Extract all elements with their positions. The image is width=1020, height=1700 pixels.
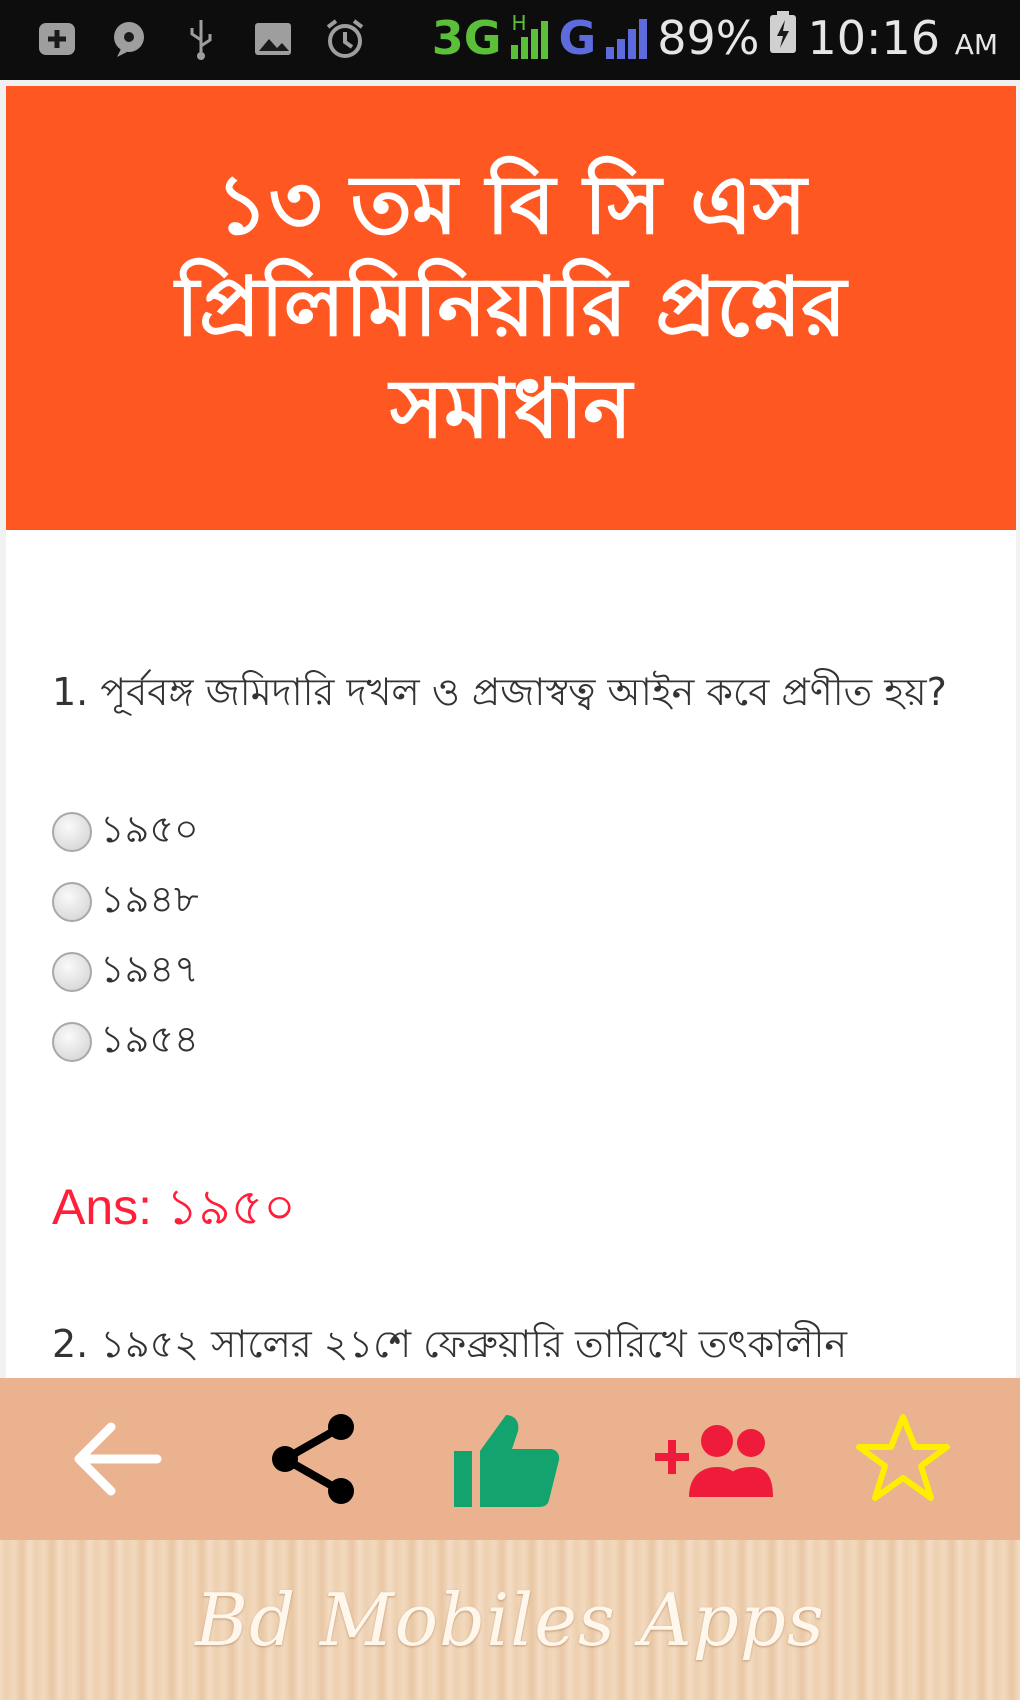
battery-percent: 89% [657, 10, 760, 65]
like-button[interactable] [452, 1404, 562, 1514]
option-2[interactable]: ১৯৪৮ [52, 870, 199, 934]
share-icon [272, 1414, 354, 1504]
thumbs-up-icon [454, 1415, 560, 1507]
chat-bubble-icon [106, 18, 152, 60]
page-header: ১৩ তম বি সি এস প্রিলিমিনিয়ারি প্রশ্নের … [6, 86, 1016, 530]
arrow-left-icon [74, 1422, 162, 1496]
radio-button[interactable] [52, 812, 92, 852]
radio-button[interactable] [52, 1022, 92, 1062]
option-1[interactable]: ১৯৫০ [52, 800, 199, 864]
network-3g-label: 3G [431, 10, 502, 65]
usb-icon [178, 18, 224, 60]
alarm-icon [322, 18, 368, 60]
status-bar: 3G H G 89% 10:16 AM [0, 0, 1020, 80]
question-1-text: 1. পূর্ববঙ্গ জমিদারি দখল ও প্রজাস্বত্ব আ… [52, 670, 947, 714]
back-button[interactable] [60, 1404, 170, 1514]
network-h-label: H [511, 10, 527, 35]
option-label: ১৯৫৪ [100, 1017, 199, 1061]
radio-button[interactable] [52, 952, 92, 992]
battery-charging-icon [769, 10, 797, 65]
signal-bars-blue-icon [606, 17, 648, 59]
image-icon [250, 18, 296, 60]
radio-button[interactable] [52, 882, 92, 922]
add-group-icon [655, 1425, 773, 1497]
share-button[interactable] [258, 1404, 368, 1514]
favorite-button[interactable] [848, 1404, 958, 1514]
option-3[interactable]: ১৯৪৭ [52, 940, 199, 1004]
option-label: ১৯৫০ [100, 807, 199, 851]
notification-plus-icon [34, 18, 80, 60]
clock: 10:16 AM [807, 11, 998, 65]
page-title: ১৩ তম বি সি এস প্রিলিমিনিয়ারি প্রশ্নের … [175, 158, 847, 457]
option-label: ১৯৪৭ [100, 947, 199, 991]
bottom-toolbar [0, 1378, 1020, 1540]
answer-text: Ans: ১৯৫০ [52, 1179, 296, 1235]
star-icon [856, 1414, 950, 1501]
option-label: ১৯৪৮ [100, 877, 199, 921]
option-4[interactable]: ১৯৫৪ [52, 1010, 199, 1074]
question-list[interactable]: 1. পূর্ববঙ্গ জমিদারি দখল ও প্রজাস্বত্ব আ… [6, 530, 1016, 1378]
signal-bars-green-icon: H [511, 11, 549, 59]
network-g-label: G [558, 10, 597, 65]
clock-time: 10:16 [807, 10, 941, 65]
brand-banner[interactable]: Bd Mobiles Apps [0, 1540, 1020, 1700]
clock-suffix: AM [954, 27, 998, 61]
add-friends-button[interactable] [648, 1404, 778, 1514]
brand-name: Bd Mobiles Apps [195, 1578, 825, 1662]
question-2-text: 2. ১৯৫২ সালের ২১শে ফেব্রুয়ারি তারিখে তৎ… [52, 1322, 848, 1366]
